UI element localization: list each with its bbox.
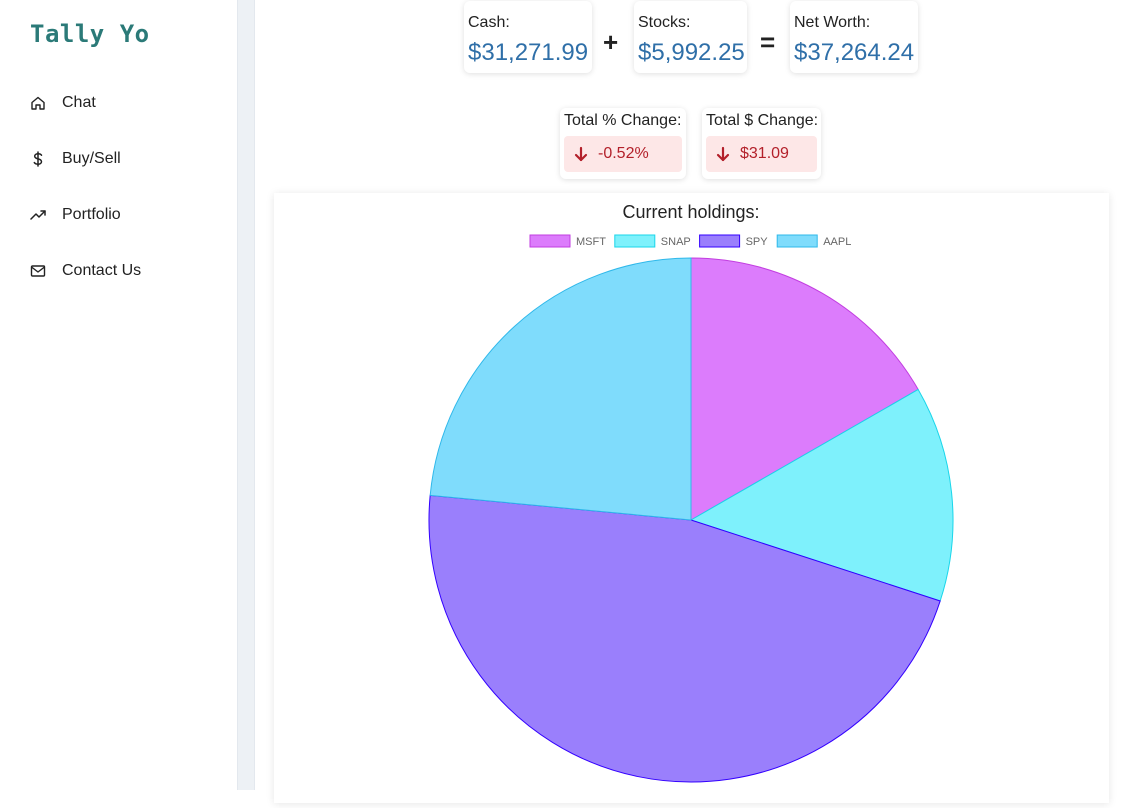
sidebar-item-buy-sell[interactable]: Buy/Sell bbox=[30, 145, 141, 173]
legend-swatch bbox=[776, 234, 818, 248]
total-percent-change-badge: -0.52% bbox=[564, 136, 682, 172]
sidebar-item-chat[interactable]: Chat bbox=[30, 89, 141, 117]
stocks-label: Stocks: bbox=[638, 14, 691, 31]
cash-label: Cash: bbox=[468, 14, 510, 31]
equals-sign: = bbox=[760, 27, 776, 57]
legend-label: SNAP bbox=[661, 236, 691, 248]
sidebar: Tally Yo Chat Buy/Sell Portfolio Contact… bbox=[0, 0, 238, 790]
total-dollar-change-value: $31.09 bbox=[740, 145, 789, 162]
total-dollar-change-card: Total $ Change: $31.09 bbox=[702, 108, 821, 179]
sidebar-item-label: Contact Us bbox=[62, 262, 142, 279]
stocks-value: $5,992.25 bbox=[638, 39, 745, 66]
holdings-chart-card: Current holdings: MSFT SNAP SPY AAPL bbox=[274, 193, 1109, 803]
layout-gutter bbox=[238, 0, 255, 790]
legend-swatch bbox=[529, 234, 571, 248]
sidebar-item-label: Chat bbox=[62, 94, 96, 111]
legend-item-aapl[interactable]: AAPL bbox=[776, 234, 851, 248]
cash-card: Cash: $31,271.99 bbox=[464, 1, 592, 73]
legend-item-msft[interactable]: MSFT bbox=[529, 234, 606, 248]
total-percent-change-card: Total % Change: -0.52% bbox=[560, 108, 686, 179]
sidebar-item-label: Buy/Sell bbox=[62, 150, 121, 167]
total-dollar-change-label: Total $ Change: bbox=[706, 112, 819, 129]
total-percent-change-label: Total % Change: bbox=[564, 112, 682, 129]
pie-slices bbox=[428, 257, 954, 783]
main-content: Cash: $31,271.99 + Stocks: $5,992.25 = N… bbox=[255, 0, 1129, 803]
brand-logo[interactable]: Tally Yo bbox=[30, 20, 150, 48]
sidebar-item-portfolio[interactable]: Portfolio bbox=[30, 201, 141, 229]
net-worth-value: $37,264.24 bbox=[794, 39, 915, 66]
sidebar-item-contact-us[interactable]: Contact Us bbox=[30, 257, 141, 285]
legend-label: SPY bbox=[746, 236, 769, 248]
legend-label: AAPL bbox=[823, 236, 851, 248]
arrow-down-icon bbox=[574, 146, 588, 162]
legend-item-snap[interactable]: SNAP bbox=[614, 234, 691, 248]
arrow-down-icon bbox=[716, 146, 730, 162]
home-icon bbox=[30, 95, 46, 111]
sidebar-item-label: Portfolio bbox=[62, 206, 121, 223]
mail-icon bbox=[30, 263, 46, 279]
cash-value: $31,271.99 bbox=[468, 39, 589, 66]
chart-legend: MSFT SNAP SPY AAPL bbox=[529, 234, 851, 248]
stocks-card: Stocks: $5,992.25 bbox=[634, 1, 747, 73]
dollar-icon bbox=[30, 151, 46, 167]
pie-slice-aapl[interactable] bbox=[429, 257, 692, 521]
legend-label: MSFT bbox=[576, 236, 606, 248]
total-dollar-change-badge: $31.09 bbox=[706, 136, 817, 172]
holdings-pie-chart: Current holdings: MSFT SNAP SPY AAPL bbox=[428, 202, 954, 783]
plus-sign: + bbox=[603, 27, 619, 57]
chart-title: Current holdings: bbox=[622, 202, 759, 222]
total-percent-change-value: -0.52% bbox=[598, 145, 649, 162]
trending-up-icon bbox=[30, 207, 46, 223]
legend-swatch bbox=[614, 234, 656, 248]
legend-item-spy[interactable]: SPY bbox=[699, 234, 769, 248]
sidebar-nav: Chat Buy/Sell Portfolio Contact Us bbox=[30, 89, 141, 313]
net-worth-card: Net Worth: $37,264.24 bbox=[790, 1, 918, 73]
legend-swatch bbox=[699, 234, 741, 248]
net-worth-label: Net Worth: bbox=[794, 14, 871, 31]
